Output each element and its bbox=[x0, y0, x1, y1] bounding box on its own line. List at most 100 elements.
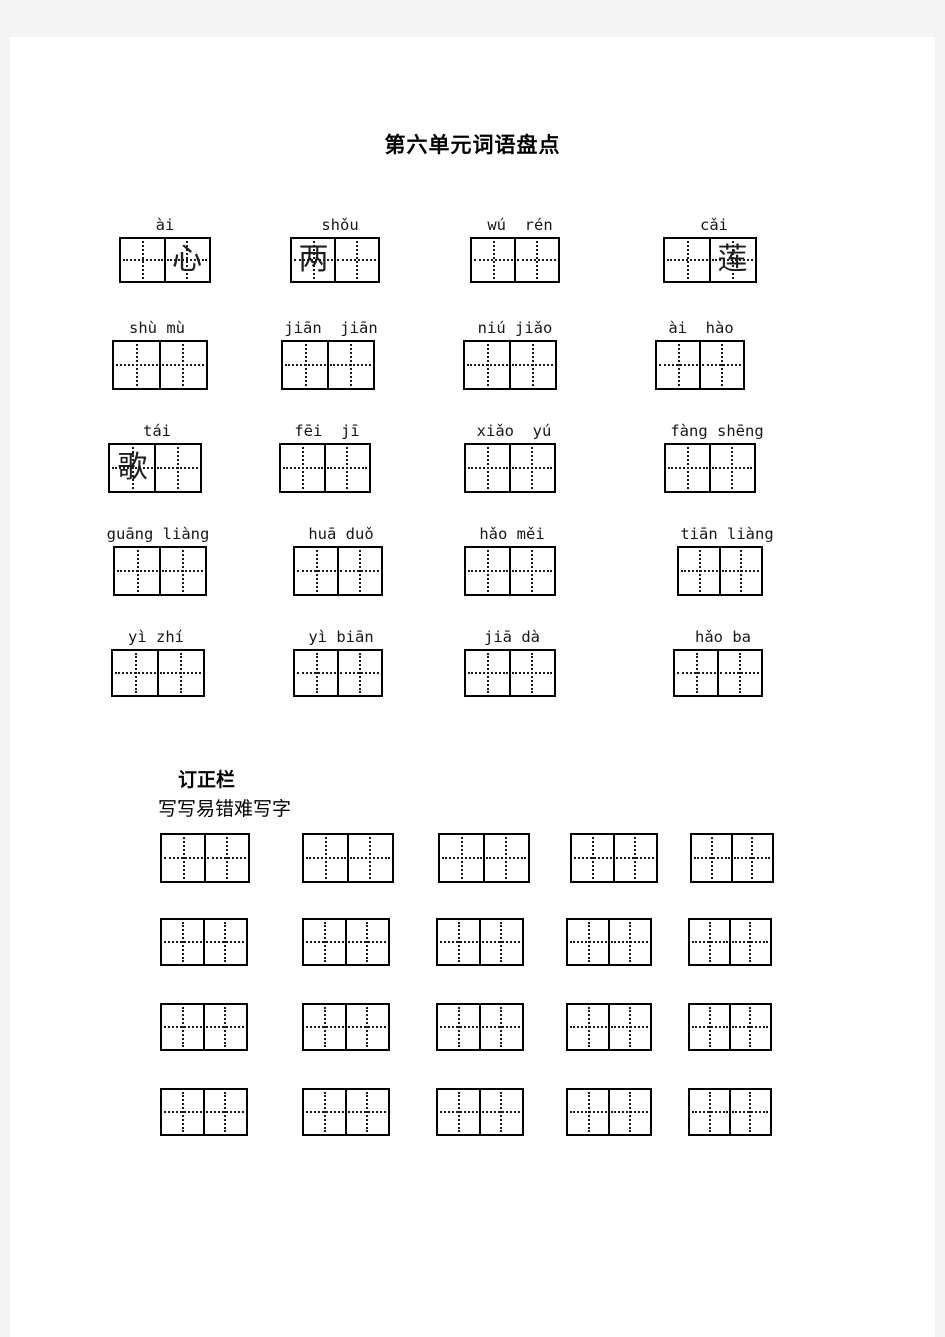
character-box[interactable] bbox=[160, 918, 248, 966]
character-box[interactable] bbox=[664, 443, 756, 493]
character-box[interactable] bbox=[160, 1088, 248, 1136]
character-cell-right[interactable]: 莲 bbox=[710, 239, 755, 281]
character-box[interactable]: 两 bbox=[290, 237, 380, 283]
character-box[interactable] bbox=[570, 833, 658, 883]
character-box[interactable] bbox=[677, 546, 763, 596]
character-cell-left[interactable]: 歌 bbox=[110, 445, 155, 491]
character-cell-right[interactable] bbox=[480, 1090, 522, 1134]
character-cell-right[interactable] bbox=[346, 1090, 388, 1134]
character-cell-left[interactable] bbox=[657, 342, 700, 388]
character-cell-right[interactable]: 心 bbox=[165, 239, 209, 281]
character-box[interactable]: 莲 bbox=[663, 237, 757, 283]
character-cell-right[interactable] bbox=[730, 1005, 770, 1049]
character-cell-right[interactable] bbox=[204, 920, 246, 964]
character-cell-left[interactable] bbox=[304, 835, 348, 881]
character-cell-left[interactable]: 两 bbox=[292, 239, 335, 281]
character-cell-right[interactable] bbox=[155, 445, 200, 491]
character-box[interactable] bbox=[470, 237, 560, 283]
character-cell-left[interactable] bbox=[465, 342, 510, 388]
character-box[interactable] bbox=[302, 833, 394, 883]
character-cell-right[interactable] bbox=[204, 1005, 246, 1049]
character-box[interactable] bbox=[113, 546, 207, 596]
character-cell-right[interactable] bbox=[510, 651, 554, 695]
character-cell-right[interactable] bbox=[160, 548, 205, 594]
character-cell-right[interactable] bbox=[346, 920, 388, 964]
character-cell-right[interactable] bbox=[609, 920, 650, 964]
character-box[interactable] bbox=[436, 1003, 524, 1051]
character-cell-left[interactable] bbox=[690, 1090, 730, 1134]
character-box[interactable] bbox=[688, 1003, 772, 1051]
character-cell-right[interactable] bbox=[338, 651, 381, 695]
character-cell-right[interactable] bbox=[325, 445, 369, 491]
character-box[interactable] bbox=[436, 918, 524, 966]
character-cell-left[interactable] bbox=[692, 835, 732, 881]
character-cell-left[interactable] bbox=[304, 1090, 346, 1134]
character-box[interactable] bbox=[293, 649, 383, 697]
character-cell-left[interactable] bbox=[281, 445, 325, 491]
character-cell-right[interactable] bbox=[348, 835, 392, 881]
character-cell-left[interactable] bbox=[304, 1005, 346, 1049]
character-cell-right[interactable] bbox=[609, 1090, 650, 1134]
character-box[interactable] bbox=[281, 340, 375, 390]
character-cell-right[interactable] bbox=[732, 835, 772, 881]
character-cell-right[interactable] bbox=[480, 920, 522, 964]
character-cell-left[interactable] bbox=[466, 651, 510, 695]
character-box[interactable] bbox=[160, 1003, 248, 1051]
character-box[interactable] bbox=[566, 1003, 652, 1051]
character-cell-left[interactable] bbox=[162, 835, 205, 881]
character-cell-left[interactable] bbox=[162, 1005, 204, 1049]
character-cell-right[interactable] bbox=[510, 445, 554, 491]
character-box[interactable] bbox=[655, 340, 745, 390]
character-cell-right[interactable] bbox=[480, 1005, 522, 1049]
character-box[interactable] bbox=[111, 649, 205, 697]
character-box[interactable] bbox=[302, 918, 390, 966]
character-cell-left[interactable] bbox=[438, 1090, 480, 1134]
character-cell-right[interactable] bbox=[720, 548, 761, 594]
character-cell-right[interactable] bbox=[484, 835, 528, 881]
character-cell-left[interactable] bbox=[666, 445, 710, 491]
character-cell-left[interactable] bbox=[572, 835, 614, 881]
character-box[interactable] bbox=[690, 833, 774, 883]
character-cell-left[interactable] bbox=[675, 651, 718, 695]
character-cell-left[interactable] bbox=[466, 445, 510, 491]
character-box[interactable] bbox=[302, 1003, 390, 1051]
character-cell-right[interactable] bbox=[160, 342, 206, 388]
character-box[interactable] bbox=[688, 1088, 772, 1136]
character-cell-left[interactable] bbox=[295, 548, 338, 594]
character-cell-left[interactable] bbox=[114, 342, 160, 388]
character-cell-right[interactable] bbox=[205, 835, 248, 881]
character-cell-right[interactable] bbox=[328, 342, 373, 388]
character-cell-left[interactable] bbox=[295, 651, 338, 695]
character-cell-left[interactable] bbox=[472, 239, 515, 281]
character-cell-right[interactable] bbox=[718, 651, 761, 695]
character-box[interactable] bbox=[293, 546, 383, 596]
character-cell-left[interactable] bbox=[438, 1005, 480, 1049]
character-box[interactable] bbox=[436, 1088, 524, 1136]
character-cell-left[interactable] bbox=[665, 239, 710, 281]
character-cell-left[interactable] bbox=[283, 342, 328, 388]
character-cell-right[interactable] bbox=[515, 239, 558, 281]
character-cell-right[interactable] bbox=[510, 548, 554, 594]
character-cell-left[interactable] bbox=[304, 920, 346, 964]
character-cell-left[interactable] bbox=[115, 548, 160, 594]
character-cell-left[interactable] bbox=[568, 1090, 609, 1134]
character-box[interactable] bbox=[464, 443, 556, 493]
character-cell-left[interactable] bbox=[690, 920, 730, 964]
character-cell-right[interactable] bbox=[730, 920, 770, 964]
character-box[interactable] bbox=[566, 918, 652, 966]
character-cell-right[interactable] bbox=[335, 239, 378, 281]
character-cell-left[interactable] bbox=[162, 1090, 204, 1134]
character-cell-left[interactable] bbox=[438, 920, 480, 964]
character-cell-left[interactable] bbox=[121, 239, 165, 281]
character-box[interactable] bbox=[279, 443, 371, 493]
character-box[interactable] bbox=[112, 340, 208, 390]
character-cell-right[interactable] bbox=[204, 1090, 246, 1134]
character-box[interactable] bbox=[464, 649, 556, 697]
character-box[interactable] bbox=[463, 340, 557, 390]
character-cell-right[interactable] bbox=[158, 651, 203, 695]
character-cell-left[interactable] bbox=[568, 920, 609, 964]
character-cell-right[interactable] bbox=[730, 1090, 770, 1134]
character-box[interactable] bbox=[302, 1088, 390, 1136]
character-box[interactable] bbox=[464, 546, 556, 596]
character-cell-left[interactable] bbox=[162, 920, 204, 964]
